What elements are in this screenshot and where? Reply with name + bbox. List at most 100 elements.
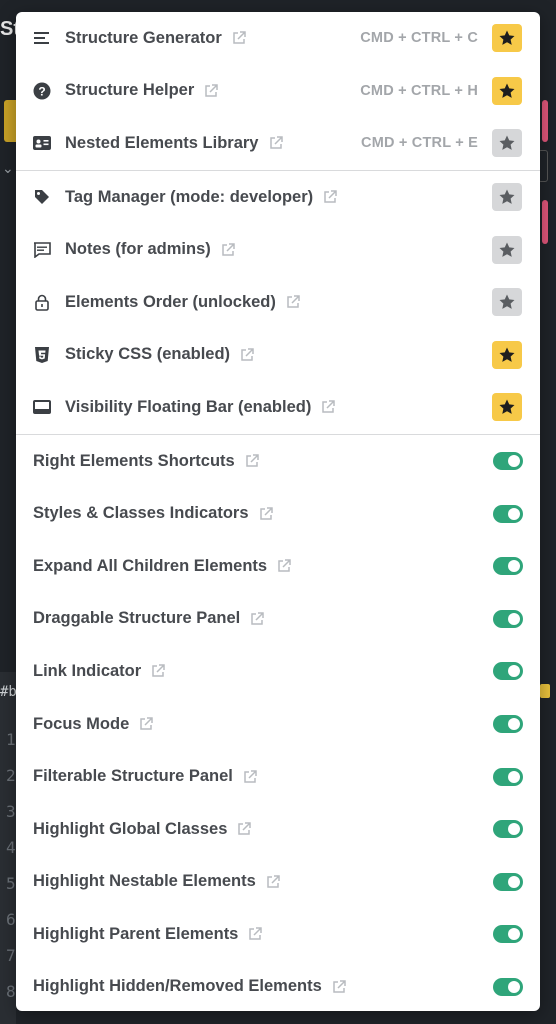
menu-item-label: Visibility Floating Bar (enabled): [65, 397, 312, 416]
features-group: Tag Manager (mode: developer) Notes (for…: [16, 171, 540, 435]
toggle-label: Highlight Hidden/Removed Elements: [33, 977, 322, 996]
menu-item-tag-manager[interactable]: Tag Manager (mode: developer): [16, 171, 540, 224]
toggle-item[interactable]: Highlight Nestable Elements: [16, 856, 540, 909]
list-icon: [33, 29, 51, 47]
line-number: 8: [6, 982, 16, 1001]
toggle-switch[interactable]: [493, 925, 523, 944]
toggle-switch[interactable]: [493, 662, 523, 681]
toggle-switch[interactable]: [493, 715, 523, 734]
toggle-item[interactable]: Filterable Structure Panel: [16, 750, 540, 803]
external-link-icon[interactable]: [245, 454, 259, 468]
favorite-star-button[interactable]: [492, 340, 522, 369]
line-number: 1: [6, 730, 16, 749]
keyboard-shortcut: CMD + CTRL + E: [361, 135, 478, 152]
toggle-switch[interactable]: [493, 504, 523, 523]
toggle-label: Highlight Parent Elements: [33, 924, 239, 943]
toggle-item[interactable]: Draggable Structure Panel: [16, 593, 540, 646]
toggle-item[interactable]: Focus Mode: [16, 698, 540, 751]
menu-item-elements-order[interactable]: Elements Order (unlocked): [16, 276, 540, 329]
external-link-icon[interactable]: [323, 190, 337, 204]
comment-icon: [33, 241, 51, 259]
line-number: 4: [6, 838, 16, 857]
external-link-icon[interactable]: [321, 400, 336, 414]
external-link-icon[interactable]: [332, 980, 346, 994]
menu-item-structure-helper[interactable]: ? Structure Helper CMD + CTRL + H: [16, 65, 540, 118]
external-link-icon[interactable]: [204, 84, 219, 98]
external-link-icon[interactable]: [250, 612, 264, 626]
menu-item-label: Nested Elements Library: [65, 133, 259, 152]
toggle-label: Right Elements Shortcuts: [33, 451, 235, 470]
toggle-label: Highlight Global Classes: [33, 819, 228, 838]
external-link-icon[interactable]: [243, 769, 257, 784]
menu-item-label: Structure Helper: [65, 81, 195, 100]
favorite-star-button[interactable]: [492, 393, 522, 422]
lock-icon: [33, 293, 51, 311]
css3-icon: [33, 346, 51, 364]
external-link-icon[interactable]: [269, 136, 283, 150]
toggle-item[interactable]: Highlight Hidden/Removed Elements: [16, 961, 540, 1011]
favorite-star-button[interactable]: [492, 129, 522, 158]
external-link-icon[interactable]: [286, 295, 300, 309]
favorite-star-button[interactable]: [492, 24, 522, 53]
menu-item-notes[interactable]: Notes (for admins): [16, 223, 540, 276]
favorite-star-button[interactable]: [492, 288, 522, 317]
floating-bar-icon: [33, 398, 51, 416]
menu-item-structure-generator[interactable]: Structure Generator CMD + CTRL + C: [16, 12, 540, 65]
question-circle-icon: ?: [33, 82, 51, 100]
external-link-icon[interactable]: [248, 927, 263, 941]
menu-item-visibility-floating-bar[interactable]: Visibility Floating Bar (enabled): [16, 381, 540, 434]
menu-item-label: Sticky CSS (enabled): [65, 345, 231, 364]
tag-icon: [33, 188, 51, 206]
chevron-down-icon[interactable]: ⌄: [2, 160, 14, 177]
toggle-label: Styles & Classes Indicators: [33, 504, 249, 523]
background-line-numbers: 1 2 3 4 5 6 7 8: [6, 722, 16, 1010]
toggle-label: Filterable Structure Panel: [33, 767, 233, 786]
toggle-switch[interactable]: [493, 557, 523, 576]
menu-item-label: Notes (for admins): [65, 240, 211, 259]
svg-text:?: ?: [38, 84, 45, 98]
toggle-switch[interactable]: [493, 452, 523, 471]
toggle-item[interactable]: Highlight Parent Elements: [16, 908, 540, 961]
external-link-icon[interactable]: [221, 242, 235, 257]
external-link-icon[interactable]: [240, 348, 254, 362]
toggle-switch[interactable]: [493, 872, 523, 891]
favorite-star-button[interactable]: [492, 183, 522, 212]
toggle-item[interactable]: Styles & Classes Indicators: [16, 487, 540, 540]
toggle-label: Draggable Structure Panel: [33, 609, 241, 628]
toggle-label: Highlight Nestable Elements: [33, 872, 256, 891]
toggle-label: Focus Mode: [33, 714, 130, 733]
menu-item-sticky-css[interactable]: Sticky CSS (enabled): [16, 329, 540, 382]
structure-tools-menu: Structure Generator CMD + CTRL + C ? Str…: [16, 12, 540, 1011]
id-card-icon: [33, 134, 51, 152]
line-number: 2: [6, 766, 16, 785]
toggle-item[interactable]: Right Elements Shortcuts: [16, 435, 540, 488]
toggle-switch[interactable]: [493, 820, 523, 839]
favorite-star-button[interactable]: [492, 235, 522, 264]
background-yellow-marker: [540, 684, 550, 698]
toggle-item[interactable]: Expand All Children Elements: [16, 540, 540, 593]
line-number: 3: [6, 802, 16, 821]
line-number: 6: [6, 910, 16, 929]
toggle-item[interactable]: Link Indicator: [16, 645, 540, 698]
toggle-label: Link Indicator: [33, 661, 142, 680]
external-link-icon[interactable]: [237, 822, 252, 836]
toggle-switch[interactable]: [493, 977, 523, 996]
toggle-label: Expand All Children Elements: [33, 556, 268, 575]
background-hash-fragment: #b: [0, 684, 17, 700]
toggle-switch[interactable]: [493, 767, 523, 786]
toggle-switch[interactable]: [493, 609, 523, 628]
external-link-icon[interactable]: [151, 664, 165, 678]
menu-item-nested-elements-library[interactable]: Nested Elements Library CMD + CTRL + E: [16, 117, 540, 170]
keyboard-shortcut: CMD + CTRL + H: [360, 82, 478, 99]
menu-item-label: Tag Manager (mode: developer): [65, 187, 314, 206]
external-link-icon[interactable]: [232, 31, 246, 45]
external-link-icon[interactable]: [139, 717, 154, 731]
background-pink-edge: [542, 100, 548, 142]
toggles-group: Right Elements Shortcuts Styles & Classe…: [16, 435, 540, 1011]
external-link-icon[interactable]: [259, 506, 273, 521]
external-link-icon[interactable]: [277, 559, 291, 573]
menu-item-label: Structure Generator: [65, 28, 222, 47]
toggle-item[interactable]: Highlight Global Classes: [16, 803, 540, 856]
favorite-star-button[interactable]: [492, 76, 522, 105]
external-link-icon[interactable]: [266, 875, 280, 889]
